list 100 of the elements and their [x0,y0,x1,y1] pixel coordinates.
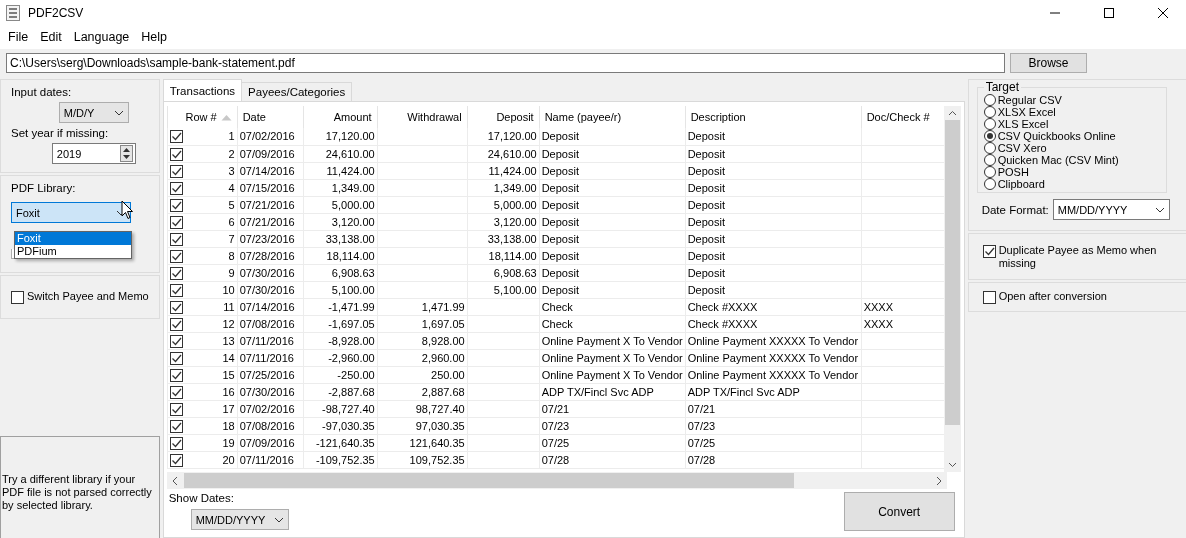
table-cell: 07/08/2016 [239,317,295,330]
target-title: Target [984,80,1021,94]
column-header[interactable]: Row # [167,106,238,128]
sort-arrow-icon [220,114,232,121]
row-checkbox[interactable] [169,283,183,297]
column-header[interactable]: Name (payee/r) [539,106,686,128]
row-checkbox[interactable] [169,317,183,331]
year-label: Set year if missing: [11,127,110,139]
row-number: 20 [222,453,235,466]
radio-button[interactable] [983,118,996,130]
table-cell: 98,727.40 [415,402,465,415]
table-cell: -121,640.35 [315,436,375,449]
row-checkbox[interactable] [169,300,183,314]
show-dates-dropdown[interactable]: MM/DD/YYYY [190,509,289,530]
target-option-label: CSV Quickbooks Online [997,130,1116,142]
row-checkbox[interactable] [169,249,183,263]
column-header[interactable]: Description [685,106,862,128]
table-cell: Online Payment X To Vendor [541,351,683,364]
row-checkbox[interactable] [169,419,183,433]
table-cell: Deposit [687,215,725,228]
target-option-label: Regular CSV [997,94,1062,106]
row-checkbox[interactable] [169,181,183,195]
year-spinner[interactable]: 2019 [51,143,136,164]
row-checkbox[interactable] [169,402,183,416]
row-checkbox[interactable] [169,368,183,382]
table-cell: 07/23 [687,419,716,432]
radio-button[interactable] [983,178,996,190]
table-cell: 18,114.00 [326,249,375,262]
row-checkbox[interactable] [169,385,183,399]
vertical-scrollbar[interactable] [943,106,961,472]
row-checkbox[interactable] [169,198,183,212]
row-checkbox[interactable] [169,334,183,348]
radio-button[interactable] [983,94,996,106]
pdf-library-label: PDF Library: [11,182,77,194]
input-dates-dropdown[interactable]: M/D/Y [58,102,129,123]
convert-button[interactable]: Convert [843,492,955,531]
menu-item[interactable]: File [2,30,35,44]
table-cell: 3,120.00 [493,215,537,228]
radio-button[interactable] [983,106,996,118]
caret-icon [113,109,124,116]
open-after-checkbox[interactable] [982,291,996,304]
row-checkbox[interactable] [169,266,183,280]
radio-button[interactable] [983,142,996,154]
tab[interactable]: Transactions [162,79,243,101]
table-cell: 07/23 [541,419,570,432]
menu-item[interactable]: Language [67,30,136,44]
target-option-label: POSH [997,166,1029,178]
table-cell: ADP TX/Fincl Svc ADP [687,385,800,398]
pdf-library-dropdown[interactable]: Foxit [11,202,131,223]
row-checkbox[interactable] [169,215,183,229]
maximize-icon[interactable] [1104,7,1114,18]
row-checkbox[interactable] [169,351,183,365]
row-number: 5 [228,198,235,211]
table-cell: Online Payment X To Vendor [541,368,683,381]
table-cell: -97,030.35 [322,419,375,432]
column-header[interactable]: Date [237,106,304,128]
table-cell: 3,120.00 [331,215,375,228]
table-cell: Deposit [541,249,579,262]
table-cell: -1,471.99 [328,300,375,313]
close-icon[interactable] [1158,7,1168,18]
table-cell: Deposit [687,232,725,245]
file-path-field[interactable]: C:\Users\serg\Downloads\sample-bank-statement.pdf [6,53,1005,73]
table-cell: 07/11/2016 [239,334,294,347]
radio-button[interactable] [983,166,996,178]
column-header[interactable]: Amount [303,106,378,128]
row-checkbox[interactable] [169,453,183,467]
radio-button[interactable] [983,154,996,166]
table-cell: 07/08/2016 [239,419,295,432]
row-checkbox[interactable] [169,436,183,450]
table-cell: Deposit [687,249,725,262]
menu-item[interactable]: Help [135,30,174,44]
switch-payee-checkbox[interactable] [11,291,24,304]
table-cell: 07/14/2016 [239,300,295,313]
app-logo-icon [6,4,20,21]
column-header[interactable]: Withdrawal [377,106,468,128]
table-cell: -109,752.35 [315,453,375,466]
row-checkbox[interactable] [169,164,183,178]
table-cell: 1,349.00 [331,181,375,194]
table-cell: 07/28 [541,453,570,466]
row-checkbox[interactable] [169,147,183,161]
table-cell: 07/21/2016 [239,198,295,211]
row-checkbox[interactable] [169,232,183,246]
tab[interactable]: Payees/Categories [241,82,353,101]
row-checkbox[interactable] [169,130,183,144]
column-header[interactable]: Deposit [467,106,540,128]
table-cell: 97,030.35 [415,419,465,432]
table-cell: Deposit [687,147,725,160]
library-option[interactable]: Foxit [15,232,131,245]
target-option-label: Quicken Mac (CSV Mint) [997,154,1119,166]
input-dates-label: Input dates: [11,86,73,98]
menu-item[interactable]: Edit [34,30,68,44]
row-number: 10 [222,283,235,296]
browse-button[interactable]: Browse [1010,53,1087,73]
table-cell: XXXX [863,300,894,313]
date-format-dropdown[interactable]: MM/DD/YYYY [1052,199,1170,220]
duplicate-payee-checkbox[interactable] [982,244,996,258]
library-option[interactable]: PDFium [15,245,131,258]
horizontal-scrollbar[interactable] [166,472,947,489]
radio-button[interactable] [983,130,996,142]
table-cell: Check #XXXX [687,317,758,330]
